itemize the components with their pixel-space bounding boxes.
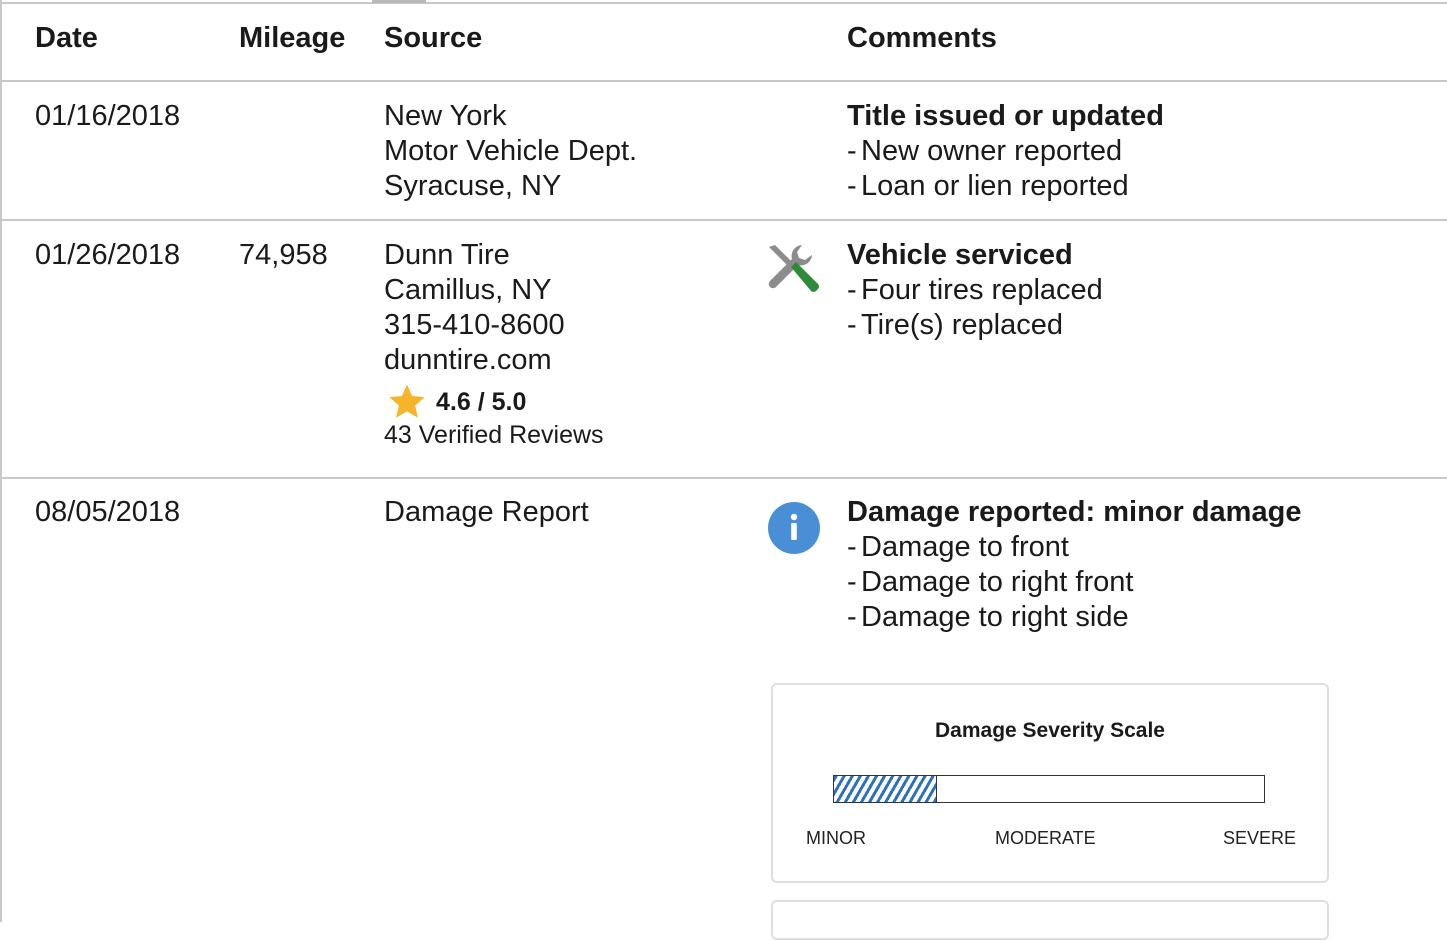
- source-link[interactable]: dunntire.com: [384, 343, 604, 378]
- next-panel: [771, 900, 1329, 940]
- comment-item: Damage to right front: [847, 565, 1301, 600]
- row-source: Dunn Tire Camillus, NY 315-410-8600 dunn…: [384, 238, 604, 452]
- row-comments: Damage reported: minor damage Damage to …: [847, 495, 1301, 635]
- header-mileage: Mileage: [239, 22, 346, 54]
- comment-item: Tire(s) replaced: [847, 308, 1103, 343]
- comment-item: Loan or lien reported: [847, 169, 1164, 204]
- source-line: Dunn Tire: [384, 239, 510, 271]
- source-line: Damage Report: [384, 496, 589, 528]
- table-row: 01/16/2018 New York Motor Vehicle Dept. …: [0, 82, 1447, 221]
- comment-title: Vehicle serviced: [847, 239, 1073, 271]
- comment-item: Four tires replaced: [847, 273, 1103, 308]
- source-line: Camillus, NY: [384, 274, 552, 306]
- table-header: Date Mileage Source Comments: [0, 4, 1447, 82]
- comment-item: New owner reported: [847, 134, 1164, 169]
- comment-title: Title issued or updated: [847, 100, 1164, 132]
- source-line: Motor Vehicle Dept.: [384, 135, 638, 167]
- row-date: 08/05/2018: [35, 496, 181, 528]
- scale-title: Damage Severity Scale: [935, 719, 1165, 742]
- table-row: 01/26/2018 74,958 Dunn Tire Camillus, NY…: [0, 221, 1447, 479]
- header-date: Date: [35, 22, 98, 54]
- row-date: 01/16/2018: [35, 100, 181, 132]
- damage-severity-scale: Damage Severity Scale MINOR MODERATE SEV…: [771, 683, 1329, 883]
- severity-fill: [834, 776, 938, 802]
- severity-bar: [833, 775, 1265, 803]
- row-comments: Vehicle serviced Four tires replaced Tir…: [847, 238, 1103, 343]
- star-icon: [389, 384, 425, 418]
- row-comments: Title issued or updated New owner report…: [847, 99, 1164, 204]
- comment-title: Damage reported: minor damage: [847, 496, 1302, 528]
- comment-item: Damage to right side: [847, 600, 1301, 635]
- row-source: Damage Report: [384, 495, 589, 530]
- scale-label-severe: SEVERE: [1223, 828, 1297, 848]
- header-comments: Comments: [847, 22, 997, 54]
- scale-label-moderate: MODERATE: [995, 828, 1096, 848]
- reviews-link[interactable]: 43 Verified Reviews: [384, 418, 604, 452]
- scale-label-minor: MINOR: [806, 828, 866, 848]
- header-source: Source: [384, 22, 483, 54]
- scroll-indicator: [372, 0, 426, 3]
- rating: 4.6 / 5.0: [384, 384, 604, 418]
- row-date: 01/26/2018: [35, 239, 181, 271]
- source-line: New York: [384, 100, 507, 132]
- rating-score: 4.6 / 5.0: [436, 387, 527, 416]
- comment-item: Damage to front: [847, 530, 1301, 565]
- source-line: 315-410-8600: [384, 309, 565, 341]
- row-mileage: 74,958: [239, 239, 328, 271]
- source-line: Syracuse, NY: [384, 170, 562, 202]
- info-icon: [767, 501, 821, 560]
- row-source: New York Motor Vehicle Dept. Syracuse, N…: [384, 99, 637, 204]
- wrench-screwdriver-icon: [764, 241, 822, 304]
